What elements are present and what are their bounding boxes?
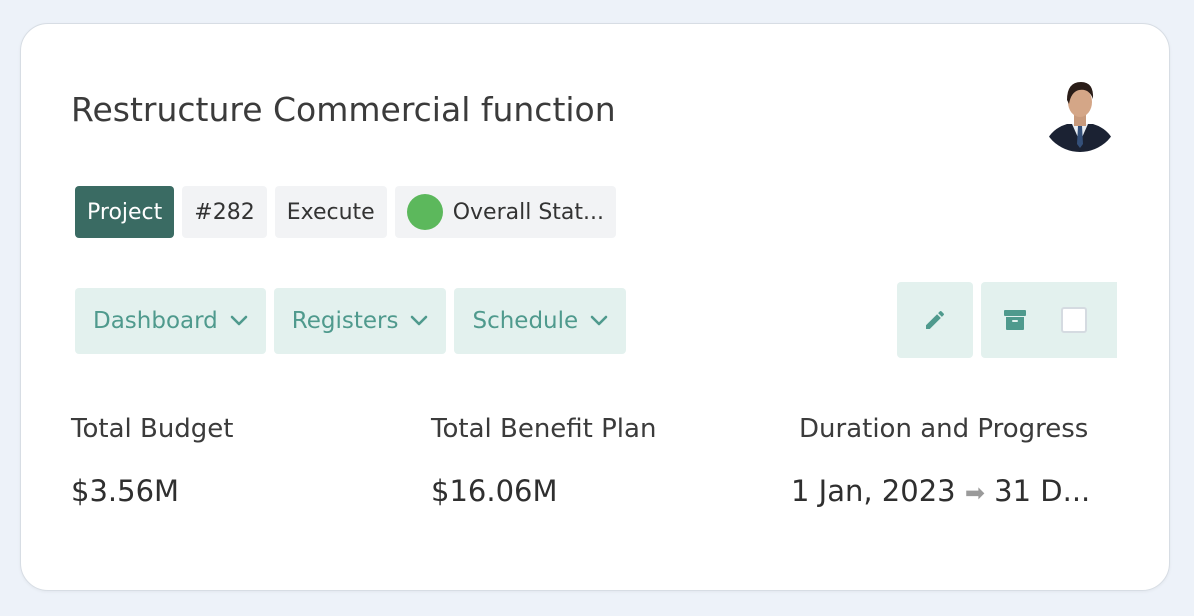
chevron-down-icon <box>230 315 248 326</box>
action-row <box>897 282 1117 358</box>
avatar-image <box>1041 74 1119 152</box>
duration-start: 1 Jan, 2023 <box>791 474 956 508</box>
project-title: Restructure Commercial function <box>71 90 616 129</box>
registers-dropdown-label: Registers <box>291 308 399 334</box>
duration-progress-label: Duration and Progress <box>799 414 1089 444</box>
status-dot-icon <box>406 194 443 230</box>
overall-status-label: Overall Stat... <box>452 199 604 225</box>
total-budget-value: $3.56M <box>71 474 180 508</box>
select-checkbox[interactable] <box>1061 307 1087 333</box>
menu-row: Dashboard Registers Schedule <box>75 288 627 354</box>
pencil-icon <box>926 310 945 329</box>
project-card: Restructure Commercial function Project … <box>20 23 1170 591</box>
tag-row: Project #282 Execute Overall Stat... <box>75 186 616 238</box>
id-tag[interactable]: #282 <box>182 186 267 238</box>
edit-button[interactable] <box>897 282 973 358</box>
archive-box-icon[interactable] <box>1003 309 1027 331</box>
dashboard-dropdown-label: Dashboard <box>93 308 218 334</box>
arrow-right-icon: ➡ <box>964 479 985 507</box>
chevron-down-icon <box>590 315 608 326</box>
schedule-dropdown-label: Schedule <box>472 308 579 334</box>
registers-dropdown[interactable]: Registers <box>273 288 447 354</box>
archive-select-group <box>981 282 1117 358</box>
overall-status-tag[interactable]: Overall Stat... <box>394 186 616 238</box>
schedule-dropdown[interactable]: Schedule <box>454 288 627 354</box>
total-benefit-plan-label: Total Benefit Plan <box>431 414 657 444</box>
dashboard-dropdown[interactable]: Dashboard <box>75 288 266 354</box>
duration-end: 31 D... <box>994 474 1091 508</box>
total-benefit-plan-value: $16.06M <box>431 474 558 508</box>
type-tag[interactable]: Project <box>75 186 175 238</box>
chevron-down-icon <box>411 315 428 326</box>
duration-range: 1 Jan, 2023 ➡ 31 D... <box>791 474 1090 508</box>
total-budget-label: Total Budget <box>71 414 234 444</box>
phase-tag[interactable]: Execute <box>274 186 387 238</box>
avatar[interactable] <box>1041 74 1119 152</box>
